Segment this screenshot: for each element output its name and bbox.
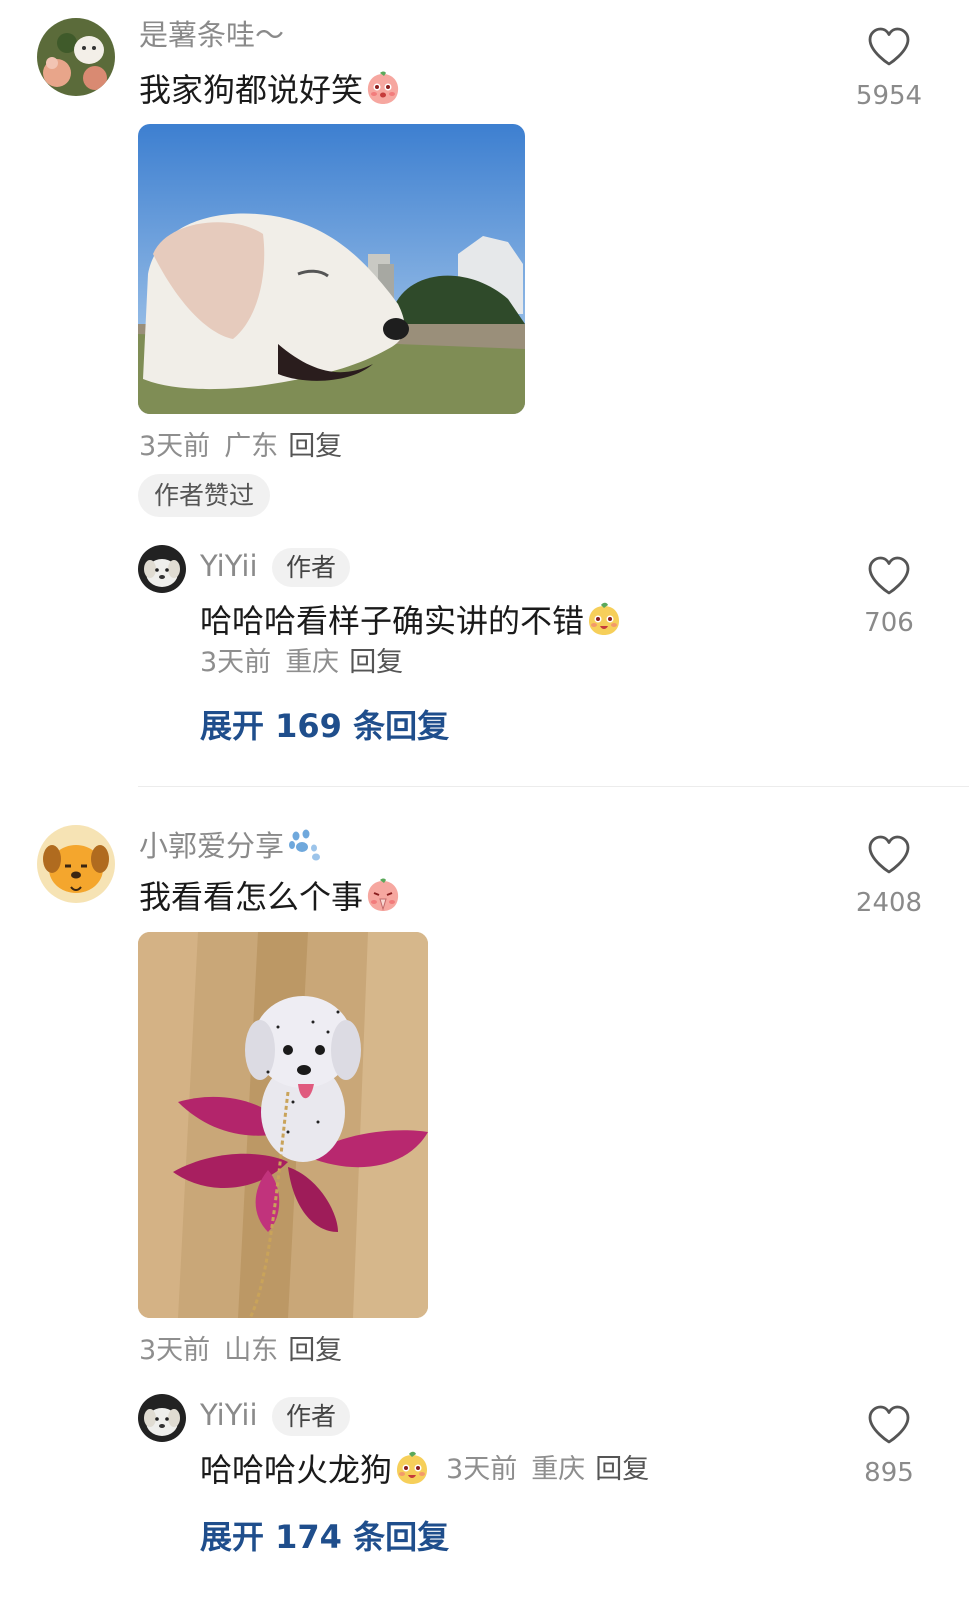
- username-text: 小郭爱分享: [139, 829, 285, 863]
- reply-text-content: 哈哈哈火龙狗: [200, 1451, 393, 1489]
- author-badge: 作者: [272, 1397, 351, 1436]
- like-count: 2408: [855, 888, 923, 918]
- comment-text-content: 我看看怎么个事: [139, 878, 364, 916]
- comment-text: 我看看怎么个事: [139, 877, 401, 916]
- comment-location: 山东: [224, 1335, 279, 1366]
- comment-time: 3天前: [139, 1335, 211, 1366]
- praying-peach-emoji-icon: [365, 877, 401, 913]
- avatar[interactable]: [37, 18, 115, 96]
- like-count: 5954: [855, 81, 923, 111]
- heart-icon[interactable]: [867, 834, 911, 876]
- reply-text: 哈哈哈火龙狗 3天前 重庆 回复: [200, 1450, 649, 1489]
- comment-item: 是薯条哇～ 我家狗都说好笑 3天前 广东 回复 作者赞过 5954 YiYii …: [0, 0, 969, 800]
- comment-item: 小郭爱分享 我看看怎么个事 3天前 山东 回复 2408 YiYii 作者 哈哈…: [0, 800, 969, 1603]
- avatar[interactable]: [37, 825, 115, 903]
- username[interactable]: 小郭爱分享: [139, 828, 322, 862]
- reply-button[interactable]: 回复: [288, 431, 342, 462]
- reply-text: 哈哈哈看样子确实讲的不错: [200, 601, 622, 640]
- reply-button[interactable]: 回复: [595, 1454, 649, 1485]
- reply-text-content: 哈哈哈看样子确实讲的不错: [200, 602, 585, 640]
- reply-button[interactable]: 回复: [288, 1335, 342, 1366]
- expand-replies-link[interactable]: 展开 169 条回复: [200, 710, 449, 742]
- dragonfruit-dog-photo[interactable]: [138, 932, 428, 1318]
- heart-icon[interactable]: [867, 1404, 911, 1446]
- comment-text-content: 我家狗都说好笑: [139, 71, 364, 109]
- reply-username[interactable]: YiYii: [200, 1401, 258, 1430]
- heart-icon[interactable]: [867, 555, 911, 597]
- expand-replies-link[interactable]: 展开 174 条回复: [200, 1521, 449, 1553]
- avatar[interactable]: [138, 545, 186, 593]
- like-count: 895: [864, 1458, 914, 1488]
- reply-button[interactable]: 回复: [349, 647, 403, 678]
- username[interactable]: 是薯条哇～: [139, 21, 284, 50]
- reply-meta: 3天前 重庆 回复: [446, 1454, 649, 1485]
- like-count: 706: [864, 608, 914, 638]
- reply-time: 3天前: [200, 647, 272, 678]
- author-badge: 作者: [272, 548, 351, 587]
- comment-location: 广东: [224, 431, 279, 462]
- avatar[interactable]: [138, 1394, 186, 1442]
- divider: [138, 786, 969, 787]
- reply-location: 重庆: [531, 1454, 586, 1485]
- blush-peach-emoji-icon: [365, 70, 401, 106]
- comment-meta: 3天前 山东 回复: [139, 1337, 342, 1364]
- liked-by-author-badge: 作者赞过: [138, 474, 271, 517]
- comment-meta: 3天前 广东 回复: [139, 433, 342, 460]
- comment-text: 我家狗都说好笑: [139, 70, 401, 109]
- reply-time: 3天前: [446, 1454, 518, 1485]
- reply-meta: 3天前 重庆 回复: [200, 649, 403, 676]
- heart-icon[interactable]: [867, 26, 911, 68]
- paw-icon: [286, 828, 322, 862]
- comment-time: 3天前: [139, 431, 211, 462]
- yellow-face-emoji-icon: [586, 601, 622, 637]
- reply-username[interactable]: YiYii: [200, 552, 258, 581]
- dog-photo[interactable]: [138, 124, 525, 414]
- yellow-face-emoji-icon: [394, 1450, 430, 1486]
- reply-location: 重庆: [285, 647, 340, 678]
